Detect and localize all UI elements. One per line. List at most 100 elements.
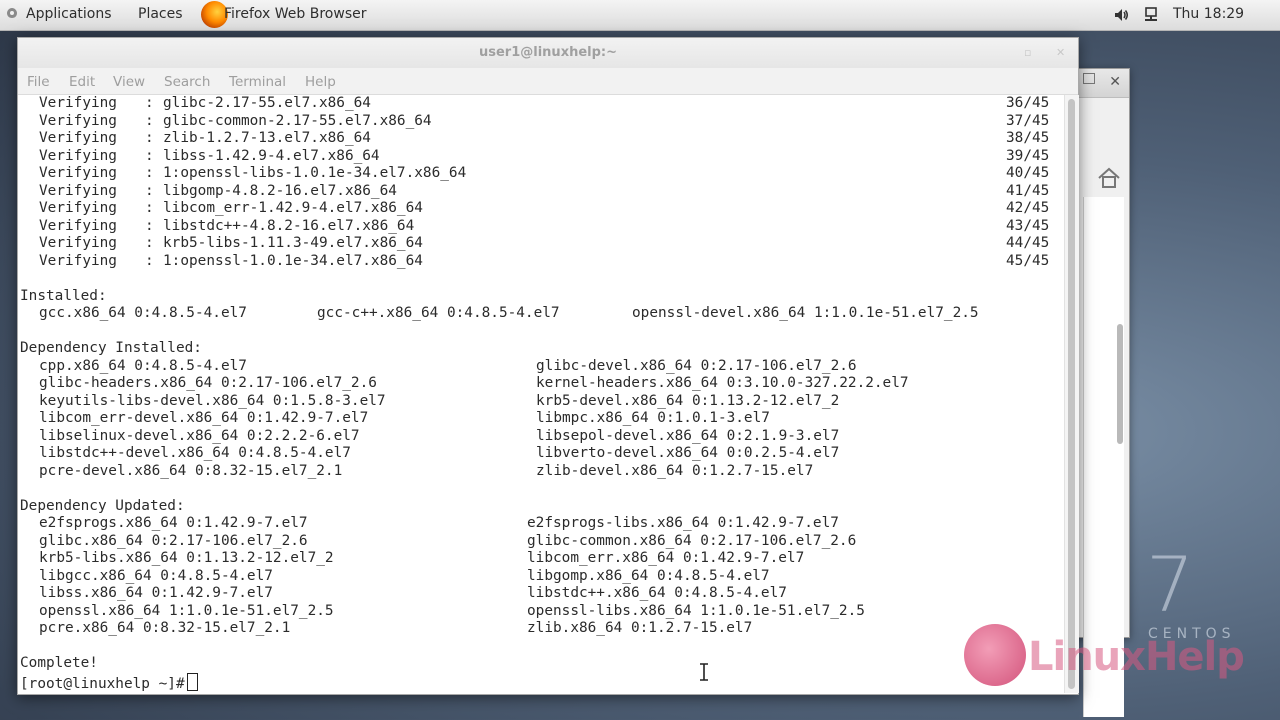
close-icon[interactable]: ✕ xyxy=(1109,74,1121,90)
dep-package: krb5-devel.x86_64 0:1.13.2-12.el7_2 xyxy=(536,392,840,409)
verify-count: 39/45 xyxy=(1006,147,1050,164)
verify-label: Verifying xyxy=(39,235,117,251)
applications-menu[interactable]: Applications xyxy=(26,6,112,22)
dep-package: zlib-devel.x86_64 0:1.2.7-15.el7 xyxy=(536,462,814,479)
verify-package: libgomp-4.8.2-16.el7.x86_64 xyxy=(163,182,397,199)
terminal-window[interactable]: user1@linuxhelp:~ ▫ ✕ File Edit View Sea… xyxy=(17,37,1079,695)
dep-package: glibc-common.x86_64 0:2.17-106.el7_2.6 xyxy=(527,532,857,549)
verify-label: Verifying xyxy=(39,130,117,146)
verify-colon: : xyxy=(145,217,154,234)
complete-message: Complete! xyxy=(20,655,98,671)
dep-package: zlib.x86_64 0:1.2.7-15.el7 xyxy=(527,620,753,636)
verify-count: 37/45 xyxy=(1006,112,1050,129)
verify-colon: : xyxy=(145,252,154,269)
verify-count: 42/45 xyxy=(1006,200,1050,216)
dep-package: keyutils-libs-devel.x86_64 0:1.5.8-3.el7 xyxy=(39,392,386,409)
shell-prompt: [root@linuxhelp ~]# xyxy=(20,675,185,692)
top-panel: Applications Places Firefox Web Browser … xyxy=(0,0,1280,31)
verify-count: 44/45 xyxy=(1006,235,1050,251)
verify-package: libss-1.42.9-4.el7.x86_64 xyxy=(163,147,380,164)
home-icon[interactable] xyxy=(1097,167,1121,189)
prompt-line[interactable]: [root@linuxhelp ~]# xyxy=(20,672,198,692)
dep-package: libgomp.x86_64 0:4.8.5-4.el7 xyxy=(527,567,770,584)
dep-package: libss.x86_64 0:1.42.9-7.el7 xyxy=(39,585,273,601)
verify-count: 43/45 xyxy=(1006,217,1050,234)
verify-package: 1:openssl-libs-1.0.1e-34.el7.x86_64 xyxy=(163,165,467,181)
verify-label: Verifying xyxy=(39,182,117,199)
verify-count: 36/45 xyxy=(1006,95,1050,111)
verify-package: glibc-common-2.17-55.el7.x86_64 xyxy=(163,112,432,129)
firefox-task-button[interactable]: Firefox Web Browser xyxy=(224,6,367,22)
dep-package: libstdc++.x86_64 0:4.8.5-4.el7 xyxy=(527,585,787,601)
verify-count: 40/45 xyxy=(1006,165,1050,181)
verify-count: 45/45 xyxy=(1006,252,1050,269)
verify-count: 41/45 xyxy=(1006,182,1050,199)
menu-file[interactable]: File xyxy=(27,74,50,90)
restore-icon[interactable] xyxy=(1083,73,1095,84)
dep-package: libstdc++-devel.x86_64 0:4.8.5-4.el7 xyxy=(39,445,351,461)
verify-package: glibc-2.17-55.el7.x86_64 xyxy=(163,95,371,111)
close-icon[interactable]: ✕ xyxy=(1056,46,1065,59)
menu-view[interactable]: View xyxy=(113,74,145,90)
linuxhelp-watermark: LinuxHelp xyxy=(1028,634,1245,680)
dep-package: libgcc.x86_64 0:4.8.5-4.el7 xyxy=(39,567,273,584)
verify-label: Verifying xyxy=(39,95,117,111)
verify-colon: : xyxy=(145,112,154,129)
background-window-scrollbar[interactable] xyxy=(1117,324,1123,444)
dep-package: glibc-devel.x86_64 0:2.17-106.el7_2.6 xyxy=(536,357,857,374)
verify-colon: : xyxy=(145,182,154,199)
verify-colon: : xyxy=(145,147,154,164)
scrollbar-thumb[interactable] xyxy=(1068,99,1075,689)
dep-package: krb5-libs.x86_64 0:1.13.2-12.el7_2 xyxy=(39,550,334,566)
installed-package: gcc-c++.x86_64 0:4.8.5-4.el7 xyxy=(317,305,560,321)
network-icon[interactable] xyxy=(1143,7,1159,23)
verify-label: Verifying xyxy=(39,165,117,181)
volume-icon[interactable] xyxy=(1113,7,1129,23)
dep-package: libsepol-devel.x86_64 0:2.1.9-3.el7 xyxy=(536,427,840,444)
verify-label: Verifying xyxy=(39,147,117,164)
terminal-screen[interactable]: Verifying: glibc-2.17-55.el7.x86_64 36/45 … xyxy=(18,95,1062,693)
menu-search[interactable]: Search xyxy=(164,74,210,90)
dep-package: cpp.x86_64 0:4.8.5-4.el7 xyxy=(39,357,247,374)
dep-package: e2fsprogs.x86_64 0:1.42.9-7.el7 xyxy=(39,515,308,531)
installed-package: gcc.x86_64 0:4.8.5-4.el7 xyxy=(39,305,247,321)
verify-label: Verifying xyxy=(39,112,117,129)
verify-package: 1:openssl-1.0.1e-34.el7.x86_64 xyxy=(163,252,423,269)
menu-help[interactable]: Help xyxy=(305,74,336,90)
dep-package: libcom_err-devel.x86_64 0:1.42.9-7.el7 xyxy=(39,410,369,426)
dep-package: libcom_err.x86_64 0:1.42.9-7.el7 xyxy=(527,550,805,566)
dep-package: openssl-libs.x86_64 1:1.0.1e-51.el7_2.5 xyxy=(527,602,865,619)
dep-package: libmpc.x86_64 0:1.0.1-3.el7 xyxy=(536,410,770,426)
verify-colon: : xyxy=(145,200,154,216)
window-title: user1@linuxhelp:~ xyxy=(479,45,617,60)
dep-package: libselinux-devel.x86_64 0:2.2.2-6.el7 xyxy=(39,427,360,444)
verify-package: libcom_err-1.42.9-4.el7.x86_64 xyxy=(163,200,423,216)
text-cursor xyxy=(186,672,198,691)
menu-edit[interactable]: Edit xyxy=(69,74,95,90)
centos-number: 7 xyxy=(1146,540,1195,629)
verify-count: 38/45 xyxy=(1006,130,1050,146)
clock[interactable]: Thu 18:29 xyxy=(1173,6,1244,22)
terminal-titlebar[interactable]: user1@linuxhelp:~ ▫ ✕ xyxy=(18,38,1078,68)
terminal-scrollbar[interactable] xyxy=(1064,95,1079,693)
dep-package: openssl.x86_64 1:1.0.1e-51.el7_2.5 xyxy=(39,602,334,619)
background-window-titlebar[interactable]: ✕ xyxy=(1073,69,1129,98)
verify-colon: : xyxy=(145,165,154,181)
verify-package: libstdc++-4.8.2-16.el7.x86_64 xyxy=(163,217,415,234)
dep-installed-header: Dependency Installed: xyxy=(20,340,202,356)
menu-terminal[interactable]: Terminal xyxy=(229,74,286,90)
places-menu[interactable]: Places xyxy=(138,6,183,22)
verify-label: Verifying xyxy=(39,252,117,269)
dep-package: pcre.x86_64 0:8.32-15.el7_2.1 xyxy=(39,620,291,636)
dep-package: kernel-headers.x86_64 0:3.10.0-327.22.2.… xyxy=(536,375,909,391)
verify-package: krb5-libs-1.11.3-49.el7.x86_64 xyxy=(163,235,423,251)
text-cursor-icon xyxy=(700,663,708,681)
verify-colon: : xyxy=(145,95,154,111)
dep-package: libverto-devel.x86_64 0:0.2.5-4.el7 xyxy=(536,445,840,461)
verify-label: Verifying xyxy=(39,217,117,234)
installed-header: Installed: xyxy=(20,287,107,304)
background-window[interactable]: ✕ xyxy=(1072,68,1130,717)
maximize-icon[interactable]: ▫ xyxy=(1024,46,1031,59)
installed-package: openssl-devel.x86_64 1:1.0.1e-51.el7_2.5 xyxy=(632,305,979,321)
verify-colon: : xyxy=(145,130,154,146)
